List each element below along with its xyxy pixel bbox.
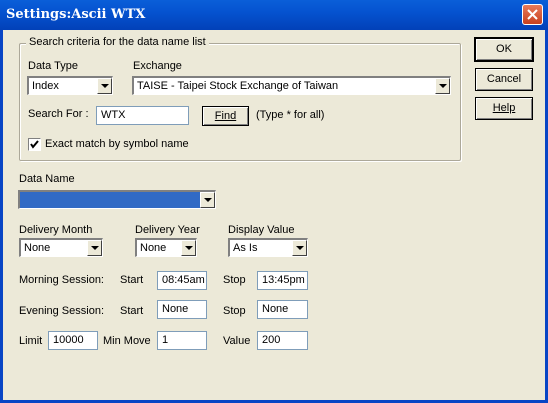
morning-start-input[interactable]: 08:45am	[157, 271, 207, 290]
find-hint: (Type * for all)	[256, 109, 325, 121]
search-for-label: Search For :	[28, 108, 89, 120]
ok-button[interactable]: OK	[475, 38, 533, 61]
chevron-down-icon	[204, 198, 212, 202]
display-value-select[interactable]: As Is	[228, 238, 308, 257]
limit-label: Limit	[19, 335, 43, 347]
exchange-value: TAISE - Taipei Stock Exchange of Taiwan	[137, 80, 339, 92]
evening-stop-label: Stop	[223, 305, 246, 317]
morning-stop-input[interactable]: 13:45pm	[257, 271, 308, 290]
data-type-value: Index	[32, 80, 59, 92]
delivery-month-label: Delivery Month	[19, 224, 93, 236]
delivery-month-value: None	[24, 242, 51, 254]
min-move-label: Min Move	[103, 335, 151, 347]
data-type-dropdown-button[interactable]	[97, 78, 112, 94]
exact-match-label: Exact match by symbol name	[45, 138, 189, 150]
search-criteria-label: Search criteria for the data name list	[26, 36, 209, 48]
ok-button-label: OK	[496, 43, 512, 55]
data-type-label: Data Type	[28, 60, 78, 72]
exact-match-checkbox[interactable]	[28, 138, 41, 151]
delivery-month-select[interactable]: None	[19, 238, 103, 257]
morning-stop-label: Stop	[223, 274, 246, 286]
data-name-dropdown-button[interactable]	[200, 192, 215, 208]
delivery-year-select[interactable]: None	[135, 238, 197, 257]
display-value-label: Display Value	[228, 224, 295, 236]
evening-session-label: Evening Session:	[19, 305, 104, 317]
chevron-down-icon	[185, 246, 193, 250]
data-type-select[interactable]: Index	[27, 76, 113, 95]
chevron-down-icon	[296, 246, 304, 250]
morning-session-label: Morning Session:	[19, 274, 104, 286]
chevron-down-icon	[439, 84, 447, 88]
help-button-label: Help	[492, 102, 516, 114]
min-move-input[interactable]: 1	[157, 331, 207, 350]
close-icon	[527, 9, 538, 20]
limit-input[interactable]: 10000	[48, 331, 98, 350]
delivery-year-dropdown-button[interactable]	[181, 240, 196, 256]
cancel-button[interactable]: Cancel	[475, 68, 533, 91]
delivery-year-value: None	[140, 242, 167, 254]
delivery-year-label: Delivery Year	[135, 224, 200, 236]
exchange-dropdown-button[interactable]	[435, 78, 450, 94]
chevron-down-icon	[101, 84, 109, 88]
evening-stop-input[interactable]: None	[257, 300, 308, 319]
display-value-value: As Is	[233, 242, 258, 254]
checkmark-icon	[30, 140, 39, 149]
chevron-down-icon	[91, 246, 99, 250]
exchange-label: Exchange	[133, 60, 182, 72]
search-for-input[interactable]: WTX	[96, 106, 189, 125]
title-bar: Settings:Ascii WTX	[0, 0, 548, 30]
value-label: Value	[223, 335, 251, 347]
display-value-dropdown-button[interactable]	[292, 240, 307, 256]
value-input[interactable]: 200	[257, 331, 308, 350]
window-title: Settings:Ascii WTX	[6, 7, 146, 22]
data-name-select[interactable]	[18, 190, 216, 209]
data-name-label: Data Name	[19, 173, 75, 185]
exchange-select[interactable]: TAISE - Taipei Stock Exchange of Taiwan	[132, 76, 451, 95]
morning-start-label: Start	[120, 274, 144, 286]
help-button[interactable]: Help	[475, 97, 533, 120]
find-button-label: Find	[214, 110, 237, 122]
evening-start-input[interactable]: None	[157, 300, 207, 319]
find-button[interactable]: Find	[202, 106, 249, 126]
evening-start-label: Start	[120, 305, 144, 317]
cancel-button-label: Cancel	[486, 73, 522, 85]
delivery-month-dropdown-button[interactable]	[87, 240, 102, 256]
close-button[interactable]	[522, 4, 543, 25]
